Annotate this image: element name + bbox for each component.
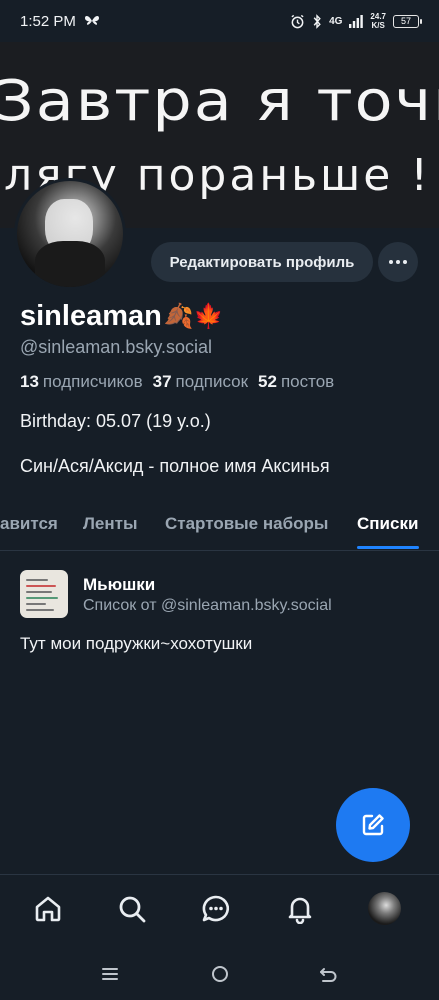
battery-icon: 57 [393, 14, 422, 28]
more-dots-icon [389, 260, 407, 264]
net-speed-value: 24.7 [370, 12, 386, 21]
nav-home[interactable] [30, 891, 66, 927]
nav-search[interactable] [114, 891, 150, 927]
chat-icon [202, 895, 230, 922]
banner-text-line1: Завтра я точно [0, 67, 439, 134]
posts-count: 52 [258, 372, 277, 391]
status-bar: 1:52 PM 4G 24.7 K/S 57 [0, 0, 439, 42]
compose-icon [362, 814, 384, 836]
tab-lists[interactable]: Списки [357, 514, 418, 534]
bio-line-1: Birthday: 05.07 (19 y.o.) [20, 411, 211, 431]
display-name-text: sinleaman [20, 300, 162, 332]
net-speed-unit: K/S [371, 21, 385, 30]
search-icon [119, 896, 146, 923]
home-icon [35, 896, 61, 922]
active-tab-indicator [357, 546, 419, 549]
edit-profile-button[interactable]: Редактировать профиль [151, 242, 373, 282]
more-options-button[interactable] [378, 242, 418, 282]
nav-chat[interactable] [198, 891, 234, 927]
list-description: Тут мои подружки~хохотушки [20, 634, 253, 653]
network-type: 4G [329, 15, 343, 27]
home-circle-icon [212, 966, 228, 982]
back-icon [320, 968, 337, 982]
profile-tabs: авится Ленты Стартовые наборы Списки [0, 500, 439, 551]
bell-icon [288, 897, 312, 924]
following-stat[interactable]: 37 подписок [153, 372, 248, 392]
bottom-navigation [0, 874, 439, 946]
status-right: 4G 24.7 K/S 57 [290, 12, 422, 30]
list-title: Мьюшки [83, 575, 156, 594]
tab-starter-packs[interactable]: Стартовые наборы [165, 514, 328, 534]
status-left: 1:52 PM [20, 13, 100, 30]
followers-label: подписчиков [42, 372, 143, 391]
list-subtitle: Список от @sinleaman.bsky.social [83, 597, 332, 614]
list-thumbnail [20, 570, 68, 618]
followers-stat[interactable]: 13 подписчиков [20, 372, 143, 392]
avatar-image [17, 181, 123, 287]
signal-icon [349, 14, 364, 28]
profile-stats: 13 подписчиков 37 подписок 52 постов [20, 372, 334, 392]
following-count: 37 [152, 372, 172, 391]
profile-avatar-large[interactable] [14, 178, 126, 290]
profile-avatar[interactable] [368, 892, 401, 925]
display-name: sinleaman 🍂🍁 [20, 300, 224, 333]
following-label: подписок [175, 372, 249, 391]
posts-label: постов [280, 372, 335, 391]
net-speed: 24.7 K/S [370, 12, 386, 30]
bio-line-2: Син/Ася/Аксид - полное имя Аксинья [20, 456, 330, 476]
profile-handle: @sinleaman.bsky.social [20, 337, 213, 357]
battery-level: 57 [400, 16, 411, 26]
tab-feeds[interactable]: Ленты [83, 514, 138, 534]
recents-button[interactable] [98, 962, 122, 986]
system-navigation [0, 946, 439, 1000]
nav-notifications[interactable] [282, 891, 318, 927]
name-emoji: 🍂🍁 [163, 303, 224, 330]
followers-count: 13 [20, 372, 39, 391]
home-circle-button[interactable] [208, 962, 232, 986]
tab-likes[interactable]: авится [0, 514, 58, 534]
posts-stat: 52 постов [258, 372, 334, 392]
compose-button[interactable] [336, 788, 410, 862]
back-button[interactable] [316, 962, 340, 986]
recents-icon [102, 968, 118, 980]
alarm-icon [291, 14, 304, 28]
butterfly-icon [84, 16, 99, 25]
bluetooth-icon [313, 13, 321, 29]
status-time: 1:52 PM [20, 12, 76, 30]
